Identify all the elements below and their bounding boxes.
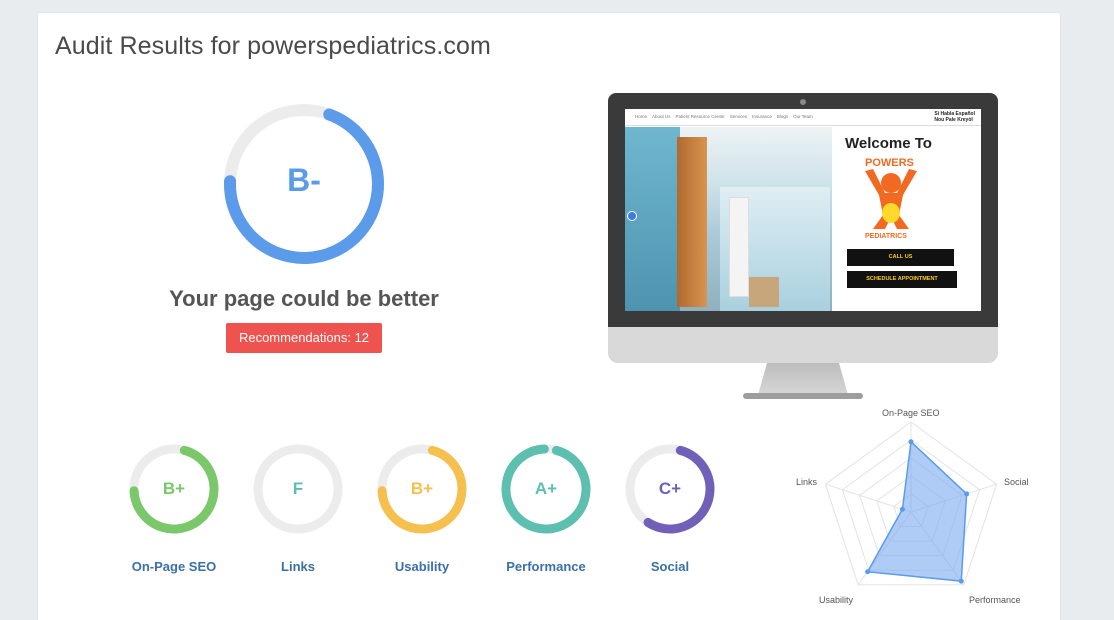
site-logo-top-text: POWERS bbox=[865, 157, 914, 169]
monitor-stand bbox=[758, 363, 848, 395]
site-nav-link: Our Team bbox=[793, 114, 813, 119]
radar-data-area bbox=[866, 440, 968, 582]
radar-label-social: Social bbox=[1004, 477, 1029, 487]
social-link[interactable]: Social bbox=[600, 559, 740, 574]
radar-svg bbox=[824, 421, 998, 586]
radar-data-point[interactable] bbox=[908, 439, 914, 445]
overall-grade: B- bbox=[287, 162, 321, 198]
onpage-seo-grade: B+ bbox=[162, 479, 186, 498]
links-grade: F bbox=[292, 479, 304, 498]
site-welcome-heading: Welcome To bbox=[845, 135, 932, 152]
powers-logo-figure-icon bbox=[865, 169, 917, 229]
headline: Your page could be better bbox=[169, 286, 439, 311]
usability-link[interactable]: Usability bbox=[352, 559, 492, 574]
radar-data-point[interactable] bbox=[899, 506, 905, 512]
site-schedule-button: SCHEDULE APPOINTMENT bbox=[847, 271, 957, 288]
website-preview-monitor: Home About Us Patient Resource Center Se… bbox=[608, 93, 998, 401]
photo-banner bbox=[729, 197, 749, 297]
performance-grade: A+ bbox=[534, 479, 558, 498]
recommendations-button[interactable]: Recommendations: 12 bbox=[226, 323, 382, 353]
site-nav-bar: Home About Us Patient Resource Center Se… bbox=[625, 109, 981, 126]
site-logo-bottom-text: PEDIATRICS bbox=[865, 233, 907, 240]
site-nav-link: About Us bbox=[652, 114, 671, 119]
photo-door bbox=[677, 137, 707, 307]
links-link[interactable]: Links bbox=[228, 559, 368, 574]
onpage-seo-link[interactable]: On-Page SEO bbox=[104, 559, 244, 574]
site-call-us-button: CALL US bbox=[847, 249, 954, 266]
accessibility-icon bbox=[627, 211, 637, 221]
site-nav-link: Patient Resource Center bbox=[675, 114, 725, 119]
photo-cart bbox=[749, 277, 779, 307]
usability-grade: B+ bbox=[410, 479, 434, 498]
radar-data-point[interactable] bbox=[964, 491, 970, 497]
site-nav-links: Home About Us Patient Resource Center Se… bbox=[635, 114, 813, 119]
radar-label-onpage-seo: On-Page SEO bbox=[882, 408, 940, 418]
radar-label-usability: Usability bbox=[819, 595, 854, 605]
radar-axis-line bbox=[825, 483, 912, 513]
radar-label-links: Links bbox=[796, 477, 818, 487]
site-hero-photo bbox=[625, 127, 832, 311]
monitor-chin bbox=[608, 327, 998, 363]
category-radar-chart: On-Page SEO Social Performance Usability… bbox=[790, 400, 1040, 615]
site-nav-link: Insurance bbox=[752, 114, 772, 119]
radar-data-point[interactable] bbox=[958, 578, 964, 584]
social-grade: C+ bbox=[658, 479, 682, 498]
radar-data-point[interactable] bbox=[865, 569, 871, 575]
site-lang-line2: Nou Pale Kreyòl bbox=[934, 117, 973, 123]
site-nav-link: Services bbox=[729, 114, 748, 119]
monitor-foot bbox=[743, 393, 863, 399]
page-title: Audit Results for powerspediatrics.com bbox=[55, 32, 491, 60]
site-nav-link: Home bbox=[635, 114, 648, 119]
radar-label-performance: Performance bbox=[969, 595, 1021, 605]
monitor-bezel: Home About Us Patient Resource Center Se… bbox=[608, 93, 998, 327]
site-language-note: Si Habla Español Nou Pale Kreyòl bbox=[934, 111, 975, 123]
performance-link[interactable]: Performance bbox=[476, 559, 616, 574]
camera-dot bbox=[800, 99, 806, 105]
site-nav-link: Blogs bbox=[776, 114, 789, 119]
website-screenshot: Home About Us Patient Resource Center Se… bbox=[625, 109, 981, 311]
